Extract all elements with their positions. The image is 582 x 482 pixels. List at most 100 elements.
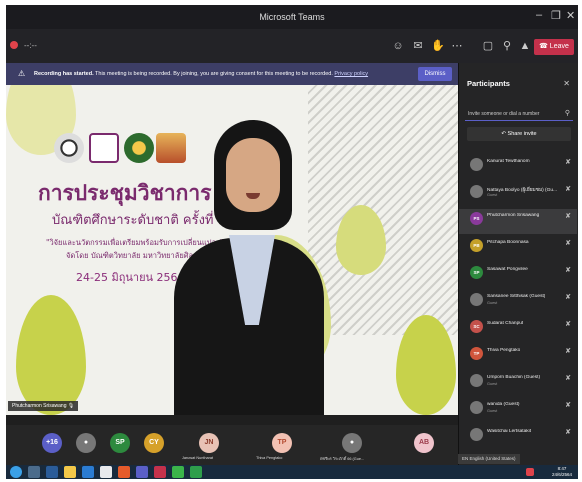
- avatar: SC: [470, 320, 483, 333]
- avatar[interactable]: CY: [144, 433, 164, 453]
- participant-row[interactable]: Umporn Buachin (Guest) Guest ✘: [459, 371, 577, 396]
- speaker-video: [174, 120, 324, 415]
- camera-off-icon[interactable]: ▢: [480, 38, 496, 54]
- task-view-icon[interactable]: [46, 466, 58, 478]
- slide-stripes-decoration: [308, 85, 458, 335]
- participant-name: Thiva Pengtako: [487, 348, 521, 353]
- slide-dates: 24-25 มิถุนายน 2564: [76, 271, 185, 284]
- invite-input[interactable]: Invite someone or dial a number ⚲: [465, 107, 573, 121]
- mic-muted-icon: ✘: [565, 429, 571, 436]
- avatar[interactable]: SP: [110, 433, 130, 453]
- participant-row[interactable]: Nattaya Boolyo (ผู้เยี่ยมชม) (Gu... Guest…: [459, 182, 577, 207]
- mic-muted-icon: ✘: [565, 321, 571, 328]
- avatar-name: พัชรีพร วิระภักดิ์ 66 (Gue...: [320, 457, 365, 461]
- participant-name: Kanurat Tewthanom: [487, 159, 530, 164]
- avatar[interactable]: ●: [76, 433, 96, 453]
- window-title: Microsoft Teams: [259, 12, 325, 22]
- participant-name: Phutcharmon Srisawang: [487, 213, 540, 218]
- leave-label: Leave: [549, 43, 569, 50]
- windows-taskbar: EN English (United States) 8:47 24/6/256…: [6, 454, 578, 479]
- mic-off-icon[interactable]: ⚲: [499, 38, 515, 54]
- close-panel-icon[interactable]: ✕: [563, 79, 570, 88]
- participant-row[interactable]: wanida (Guest) Guest ✘: [459, 398, 577, 423]
- avatar[interactable]: TP: [272, 433, 292, 453]
- participant-status: Guest: [487, 193, 498, 197]
- mic-muted-icon: ✘: [565, 186, 571, 193]
- avatar[interactable]: JN: [199, 433, 219, 453]
- slide-drop-decoration: [16, 295, 86, 415]
- mic-muted-icon: ✘: [565, 294, 571, 301]
- chrome-icon[interactable]: [100, 466, 112, 478]
- participant-name: wanida (Guest): [487, 402, 520, 407]
- avatar: TP: [470, 347, 483, 360]
- graduate-school-logo: [89, 133, 119, 163]
- participant-row[interactable]: PB Pitchapa Boonnasa ✘: [459, 236, 577, 261]
- mic-muted-icon: ✘: [565, 375, 571, 382]
- banner-lead: Recording has started.: [34, 71, 94, 77]
- participant-status: Guest: [487, 409, 498, 413]
- avatar: [470, 374, 483, 387]
- speaker-face: [226, 138, 280, 212]
- title-bar: Microsoft Teams – ❐ ✕: [6, 5, 578, 29]
- teams-icon[interactable]: [136, 466, 148, 478]
- participant-row[interactable]: PS Phutcharmon Srisawang ✘: [459, 209, 577, 234]
- search-icon: ⚲: [564, 110, 570, 117]
- institution-logo: [124, 133, 154, 163]
- firefox-icon[interactable]: [118, 466, 130, 478]
- meeting-toolbar: --:-- ☺ ✉ ✋ ⋯ ▢ ⚲ ▲ ☎ Leave: [6, 29, 578, 63]
- participant-status: Guest: [487, 382, 498, 386]
- line-icon[interactable]: [172, 466, 184, 478]
- warning-icon: ⚠: [18, 69, 26, 78]
- mic-muted-icon: ✘: [565, 402, 571, 409]
- language-indicator[interactable]: EN English (United States): [458, 454, 520, 464]
- participant-row[interactable]: SC Sudarat Chanput ✘: [459, 317, 577, 342]
- participant-name: Pitchapa Boonnasa: [487, 240, 529, 245]
- search-icon[interactable]: [28, 466, 40, 478]
- speaker-name: Phutcharmon Srisawang: [12, 403, 67, 409]
- mic-muted-icon: ✘: [565, 159, 571, 166]
- maximize-button[interactable]: ❐: [551, 9, 561, 22]
- avatar-name: Jaruwat Nuntharat: [182, 456, 214, 460]
- file-explorer-icon[interactable]: [64, 466, 76, 478]
- panel-title: Participants: [467, 79, 510, 88]
- participants-icon[interactable]: ☺: [390, 38, 406, 54]
- share-screen-icon[interactable]: ▲: [517, 38, 533, 54]
- tray-icon[interactable]: [526, 468, 534, 476]
- app-icon[interactable]: [190, 466, 202, 478]
- taskbar-clock[interactable]: 8:47 24/6/2564: [552, 466, 572, 478]
- shared-slide: การประชุมวิชาการ บัณฑิตศึกษาระดับชาติ คร…: [6, 85, 458, 415]
- participant-row[interactable]: Kanurat Tewthanom ✘: [459, 155, 577, 180]
- university-logo: [54, 133, 84, 163]
- participant-name: Sudarat Chanput: [487, 321, 524, 326]
- participant-row[interactable]: SP Sasawat Pongvilee ✘: [459, 263, 577, 288]
- edge-icon[interactable]: [82, 466, 94, 478]
- avatar[interactable]: ●: [342, 433, 362, 453]
- close-window-button[interactable]: ✕: [566, 9, 575, 22]
- start-icon[interactable]: [10, 466, 22, 478]
- participant-name: Sasawat Pongvilee: [487, 267, 528, 272]
- minimize-button[interactable]: –: [536, 9, 542, 21]
- avatar[interactable]: AB: [414, 433, 434, 453]
- share-invite-label: Share invite: [507, 131, 537, 137]
- participant-row[interactable]: Wasitchai Lertsatakit ✘: [459, 425, 577, 450]
- invite-placeholder: Invite someone or dial a number: [468, 111, 540, 117]
- participant-row[interactable]: Sansanee Sitthisak (Guest) Guest ✘: [459, 290, 577, 315]
- privacy-policy-link[interactable]: Privacy policy: [334, 71, 368, 77]
- more-options-icon[interactable]: ⋯: [449, 38, 465, 54]
- overflow-count[interactable]: +16: [42, 433, 62, 453]
- reactions-icon[interactable]: ✋: [430, 38, 446, 54]
- meeting-timer: --:--: [24, 41, 37, 50]
- dismiss-button[interactable]: Dismiss: [418, 67, 452, 81]
- mic-muted-icon: ✘: [565, 267, 571, 274]
- participant-name: Nattaya Boolyo (ผู้เยี่ยมชม) (Gu...: [487, 188, 558, 193]
- pdf-icon[interactable]: [154, 466, 166, 478]
- participant-row[interactable]: TP Thiva Pengtako ✘: [459, 344, 577, 369]
- avatar: PB: [470, 239, 483, 252]
- avatar: [470, 185, 483, 198]
- avatar: [470, 158, 483, 171]
- share-invite-button[interactable]: ↶ Share invite: [467, 127, 571, 141]
- leave-button[interactable]: ☎ Leave: [534, 39, 574, 55]
- avatar: PS: [470, 212, 483, 225]
- clock-date: 24/6/2564: [551, 472, 572, 477]
- chat-icon[interactable]: ✉: [410, 38, 426, 54]
